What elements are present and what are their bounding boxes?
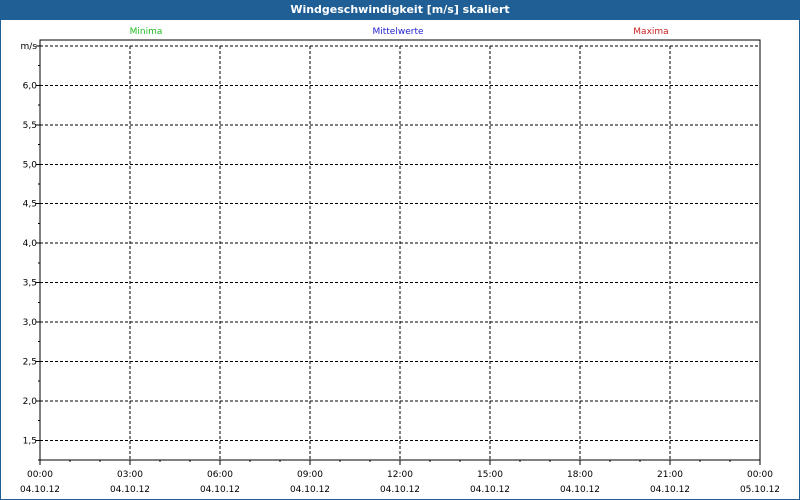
chart: Minima Mittelwerte Maxima m/s 6,0 5,5 5,0 4,5 4… [20,27,780,495]
x-tick-label-time: 03:00 [117,470,143,480]
y-tick-label: 3,5 [23,279,37,289]
x-axis-labels: 00:00 04.10.12 03:00 04.10.12 06:00 04.10.12 0… [20,470,780,495]
x-tick-label-time: 12:00 [387,470,413,480]
y-tick-label: 2,0 [23,397,38,407]
x-tick-label-time: 21:00 [657,470,683,480]
x-tick-label-time: 00:00 [27,470,53,480]
y-axis-labels: m/s 6,0 5,5 5,0 4,5 4,0 3,5 3,0 2,5 2,0 1,5 [21,42,38,446]
x-tick-label-date: 04.10.12 [290,485,330,495]
x-tick-label-date: 04.10.12 [470,485,510,495]
x-tick-label-date: 05.10.12 [740,485,780,495]
legend-item-maxima: Maxima [633,27,668,37]
x-tick-label-date: 04.10.12 [200,485,240,495]
legend: Minima Mittelwerte Maxima [130,27,669,37]
y-tick-label: m/s [21,42,38,52]
x-tick-label-time: 00:00 [747,470,773,480]
x-tick-label-time: 15:00 [477,470,503,480]
x-tick-label-time: 09:00 [297,470,323,480]
x-tick-label-date: 04.10.12 [380,485,420,495]
y-tick-label: 4,0 [23,239,38,249]
y-tick-label: 3,0 [23,318,38,328]
x-tick-label-date: 04.10.12 [110,485,150,495]
y-tick-label: 5,5 [23,121,37,131]
y-tick-label: 5,0 [23,160,38,170]
y-tick-label: 2,5 [23,357,37,367]
legend-item-mittelwerte: Mittelwerte [372,27,423,37]
y-tick-label: 1,5 [23,436,37,446]
y-tick-label: 4,5 [23,200,37,210]
x-tick-label-date: 04.10.12 [650,485,690,495]
x-tick-label-time: 18:00 [567,470,593,480]
x-tick-label-date: 04.10.12 [560,485,600,495]
x-tick-label-time: 06:00 [207,470,233,480]
y-tick-label: 6,0 [23,81,38,91]
x-tick-label-date: 04.10.12 [20,485,60,495]
legend-item-minima: Minima [130,27,163,37]
grid [40,45,760,460]
